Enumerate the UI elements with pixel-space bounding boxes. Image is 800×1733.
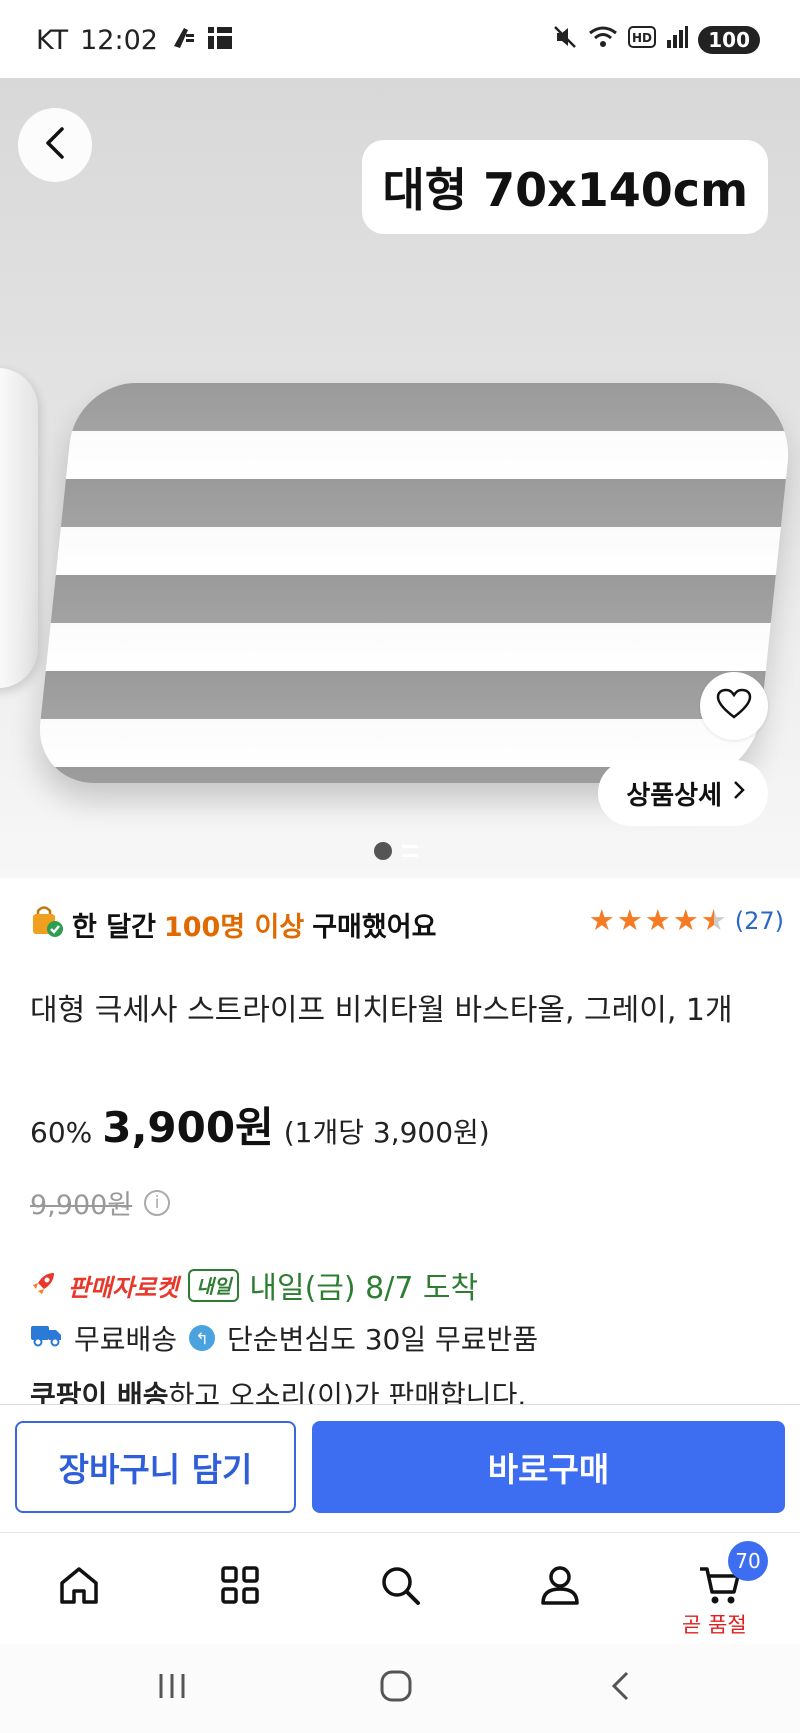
home-square-icon — [379, 1669, 413, 1707]
original-price: 9,900원 — [30, 1190, 133, 1221]
clock: 12:02 — [80, 25, 158, 56]
recent-apps-icon — [156, 1672, 188, 1704]
search-icon — [379, 1564, 421, 1610]
cart-count-badge: 70 — [728, 1541, 768, 1581]
star-icon: ★ — [588, 903, 615, 937]
nav-my-page[interactable] — [530, 1557, 590, 1617]
rocket-icon — [30, 1269, 58, 1301]
purchase-suffix: 구매했어요 — [312, 912, 437, 943]
shopping-bag-icon — [30, 904, 64, 945]
product-detail-button[interactable]: 상품상세 — [598, 760, 768, 826]
app-grid-icon — [207, 25, 232, 56]
carousel-pager — [374, 842, 418, 860]
pager-more-icon — [402, 845, 418, 857]
notification-icon — [170, 24, 196, 57]
battery-indicator: 100 — [698, 26, 760, 54]
shipping-info-row: 무료배송 ↰ 단순변심도 30일 무료반품 — [30, 1318, 538, 1358]
star-icon: ★ — [672, 903, 699, 937]
recent-apps-button[interactable] — [142, 1662, 202, 1714]
star-icon: ★ — [644, 903, 671, 937]
purchase-prefix: 한 달간 — [72, 912, 156, 943]
original-price-row: 9,900원 i — [30, 1183, 171, 1222]
category-icon — [220, 1565, 260, 1609]
wishlist-button[interactable] — [700, 672, 768, 740]
purchase-action-bar: 장바구니 담기 바로구매 — [0, 1404, 800, 1532]
chevron-right-icon — [732, 778, 746, 808]
purchase-count: 100명 이상 — [163, 912, 305, 943]
rocket-delivery-label: 판매자로켓 — [68, 1273, 179, 1302]
home-icon — [58, 1565, 100, 1609]
signal-icon — [666, 26, 689, 54]
back-button[interactable] — [18, 108, 92, 182]
info-icon[interactable]: i — [144, 1189, 171, 1216]
product-image-carousel[interactable]: 대형 70x140cm 상품상세 — [0, 78, 800, 878]
return-icon: ↰ — [189, 1325, 216, 1351]
back-system-button[interactable] — [590, 1662, 650, 1714]
product-title: 대형 극세사 스트라이프 비치타월 바스타올, 그레이, 1개 — [30, 993, 733, 1028]
wifi-icon — [588, 25, 618, 55]
sale-price: 3,900원 — [102, 1103, 274, 1152]
free-return-label: 단순변심도 30일 무료반품 — [227, 1323, 539, 1356]
user-icon — [539, 1564, 581, 1610]
home-system-button[interactable] — [366, 1662, 426, 1714]
hd-icon: HD — [628, 26, 657, 54]
chevron-left-icon — [40, 126, 70, 164]
mute-icon — [552, 24, 578, 56]
pager-dot-active — [374, 842, 392, 860]
size-badge: 대형 70x140cm — [362, 140, 768, 234]
free-shipping-label: 무료배송 — [74, 1323, 178, 1356]
svg-text:HD: HD — [632, 31, 652, 45]
cart-status-label: 곧 품절 — [682, 1613, 747, 1637]
status-bar: KT 12:02 HD 100 — [0, 0, 800, 78]
arrival-date: 내일(금) 8/7 도착 — [249, 1271, 479, 1306]
rating-summary[interactable]: ★ ★ ★ ★ ★ (27) — [589, 906, 784, 935]
product-photo-towel — [33, 383, 797, 783]
add-to-cart-button[interactable]: 장바구니 담기 — [15, 1421, 296, 1513]
star-icon: ★ — [616, 903, 643, 937]
tomorrow-badge: 내일 — [188, 1268, 240, 1302]
nav-search[interactable] — [370, 1557, 430, 1617]
product-detail-label: 상품상세 — [626, 780, 722, 811]
product-photo-cup — [0, 368, 38, 688]
bottom-navigation: 70 곧 품절 — [0, 1532, 800, 1644]
carrier-label: KT — [36, 25, 69, 56]
nav-category[interactable] — [210, 1557, 270, 1617]
review-count-link[interactable]: (27) — [735, 907, 784, 935]
delivery-row: 판매자로켓 내일 내일(금) 8/7 도착 — [30, 1263, 478, 1307]
buy-now-button[interactable]: 바로구매 — [312, 1421, 785, 1513]
price-row: 60% 3,900원 (1개당 3,900원) — [30, 1094, 490, 1155]
truck-icon — [30, 1322, 62, 1355]
discount-rate: 60% — [30, 1116, 93, 1149]
purchase-count-row: 한 달간 100명 이상 구매했어요 — [30, 904, 436, 945]
back-arrow-icon — [609, 1670, 631, 1706]
heart-icon — [716, 688, 752, 724]
half-star-icon: ★ — [700, 903, 727, 937]
unit-price: (1개당 3,900원) — [283, 1116, 490, 1149]
system-navigation-bar — [0, 1644, 800, 1733]
nav-home[interactable] — [49, 1557, 109, 1617]
